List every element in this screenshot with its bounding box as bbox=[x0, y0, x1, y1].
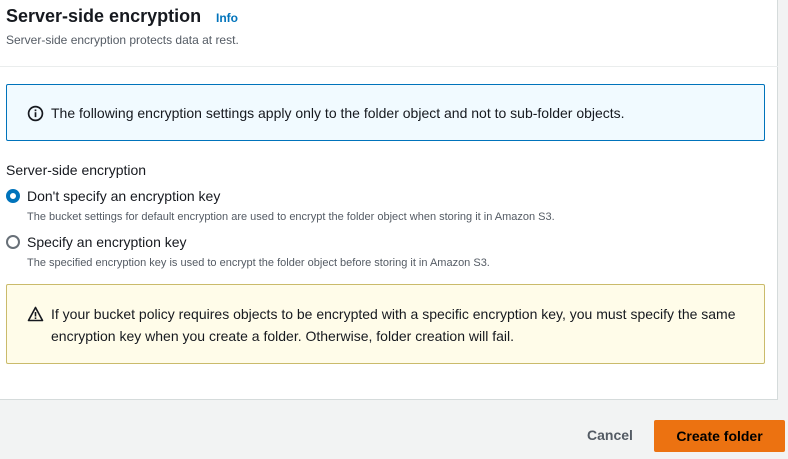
info-alert-message: The following encryption settings apply … bbox=[51, 105, 625, 121]
radio-description: The bucket settings for default encrypti… bbox=[27, 211, 555, 223]
radio-label[interactable]: Specify an encryption key bbox=[27, 232, 490, 252]
radio-option-default-key[interactable]: Don't specify an encryption key The buck… bbox=[6, 186, 555, 224]
info-alert: The following encryption settings apply … bbox=[6, 84, 765, 141]
panel-header: Server-side encryption Info Server-side … bbox=[0, 0, 778, 67]
radio-description: The specified encryption key is used to … bbox=[27, 257, 490, 269]
radio-label[interactable]: Don't specify an encryption key bbox=[27, 186, 555, 206]
radio-button-default-key[interactable] bbox=[6, 189, 20, 203]
form-footer: Cancel Create folder bbox=[0, 401, 788, 459]
warning-triangle-icon bbox=[27, 306, 44, 322]
info-link[interactable]: Info bbox=[216, 11, 238, 25]
warning-alert-message: If your bucket policy requires objects t… bbox=[51, 306, 736, 344]
cancel-button[interactable]: Cancel bbox=[572, 419, 648, 451]
encryption-panel: Server-side encryption Info Server-side … bbox=[0, 0, 778, 400]
radio-button-specify-key[interactable] bbox=[6, 235, 20, 249]
encryption-field-label: Server-side encryption bbox=[6, 162, 147, 178]
warning-alert: If your bucket policy requires objects t… bbox=[6, 284, 765, 364]
radio-option-specify-key[interactable]: Specify an encryption key The specified … bbox=[6, 232, 490, 270]
create-folder-button[interactable]: Create folder bbox=[654, 420, 785, 452]
section-subtitle: Server-side encryption protects data at … bbox=[6, 33, 239, 47]
section-title: Server-side encryption bbox=[6, 6, 202, 26]
info-circle-icon bbox=[27, 105, 44, 122]
